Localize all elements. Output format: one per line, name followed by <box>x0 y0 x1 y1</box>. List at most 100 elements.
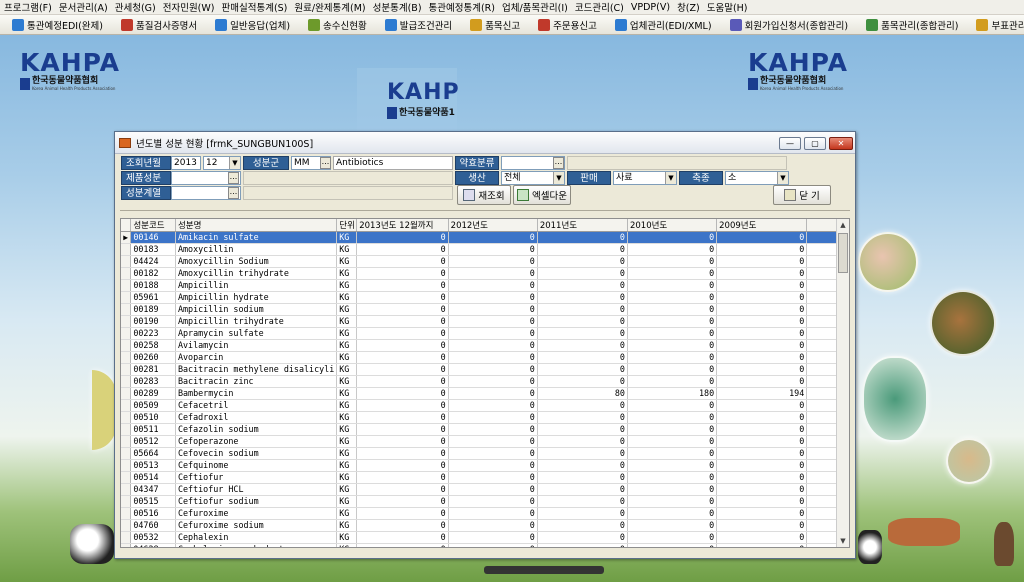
year-month-label: 조회년월 <box>121 156 171 170</box>
table-row[interactable]: 00532 Cephalexin KG 0 0 0 0 0 <box>121 531 849 544</box>
sales-select[interactable]: 사료 ▼ <box>613 171 677 185</box>
table-row[interactable]: 00190 Ampicillin trihydrate KG 0 0 0 0 0 <box>121 315 849 328</box>
excel-download-button[interactable]: 엑셀다운 <box>513 185 571 205</box>
menu-item[interactable]: 코드관리(C) <box>575 0 624 14</box>
table-row[interactable]: 00260 Avoparcin KG 0 0 0 0 0 <box>121 351 849 364</box>
table-row[interactable]: 00281 Bacitracin methylene disalicyli KG 0 0… <box>121 363 849 376</box>
menu-item[interactable]: 문서관리(A) <box>59 0 108 14</box>
requery-button[interactable]: 재조회 <box>457 185 511 205</box>
table-cell: KG <box>336 471 358 484</box>
table-row[interactable]: 00182 Amoxycillin trihydrate KG 0 0 0 0 0 <box>121 267 849 280</box>
table-cell: 0 <box>537 459 628 472</box>
chevron-down-icon[interactable]: ▼ <box>553 172 564 184</box>
table-row[interactable]: 00188 Ampicillin KG 0 0 0 0 0 <box>121 279 849 292</box>
column-header[interactable]: 성분코드 <box>130 219 176 232</box>
excel-download-label: 엑셀다운 <box>532 191 567 202</box>
menu-item[interactable]: 업체/품목관리(I) <box>502 0 568 14</box>
scroll-thumb[interactable] <box>838 233 848 273</box>
product-ingredient-lookup-button[interactable]: ... <box>228 172 239 184</box>
menu-item[interactable]: 관세청(G) <box>115 0 156 14</box>
column-header[interactable]: 성분명 <box>175 219 338 232</box>
table-cell: 0 <box>627 435 718 448</box>
table-row[interactable]: 00509 Cefacetril KG 0 0 0 0 0 <box>121 399 849 412</box>
toolbar-button[interactable]: 부표관리 <box>976 18 1024 32</box>
menu-item[interactable]: 판매실적통계(S) <box>222 0 288 14</box>
close-window-button[interactable]: ✕ <box>829 137 853 150</box>
month-select[interactable]: 12 ▼ <box>203 156 241 170</box>
row-indicator <box>121 387 132 400</box>
close-button[interactable]: 닫 기 <box>773 185 831 205</box>
menu-item[interactable]: 통관예정통계(R) <box>429 0 495 14</box>
toolbar-button[interactable]: 품질검사증명서 <box>120 18 197 32</box>
table-row[interactable]: 04347 Ceftiofur HCL KG 0 0 0 0 0 <box>121 483 849 496</box>
table-cell: 0 <box>448 255 538 268</box>
table-row[interactable]: 00512 Cefoperazone KG 0 0 0 0 0 <box>121 435 849 448</box>
table-row[interactable]: 05961 Ampicillin hydrate KG 0 0 0 0 0 <box>121 291 849 304</box>
drug-class-lookup-button[interactable]: ... <box>553 157 564 169</box>
toolbar-button[interactable]: 주문용신고 <box>538 18 597 32</box>
table-row[interactable]: 00183 Amoxycillin KG 0 0 0 0 0 <box>121 243 849 256</box>
year-input[interactable]: 2013 <box>171 156 201 170</box>
table-row[interactable]: 00189 Ampicillin sodium KG 0 0 0 0 0 <box>121 303 849 316</box>
column-header[interactable]: 단위 <box>336 219 358 232</box>
menu-item[interactable]: 전자민원(W) <box>163 0 215 14</box>
table-row[interactable]: 00516 Cefuroxime KG 0 0 0 0 0 <box>121 507 849 520</box>
grid-vertical-scrollbar[interactable]: ▲ ▼ <box>836 219 849 547</box>
table-row[interactable]: 00223 Apramycin sulfate KG 0 0 0 0 0 <box>121 327 849 340</box>
table-cell: 0 <box>716 435 808 448</box>
table-row[interactable]: 04424 Amoxycillin Sodium KG 0 0 0 0 0 <box>121 255 849 268</box>
toolbar-button[interactable]: 일반응답(업체) <box>215 18 290 32</box>
production-select[interactable]: 전체 ▼ <box>501 171 565 185</box>
toolbar-button[interactable]: 송수신현황 <box>308 18 367 32</box>
column-header[interactable]: 2012년도 <box>448 219 538 232</box>
menu-item[interactable]: 원료/완제통계(M) <box>294 0 365 14</box>
toolbar-button[interactable]: 통관예정EDI(완제) <box>12 18 103 32</box>
menu-item[interactable]: 도움말(H) <box>707 0 748 14</box>
maximize-button[interactable]: ▢ <box>804 137 826 150</box>
table-cell: Avilamycin <box>175 339 338 352</box>
table-cell: 0 <box>448 315 538 328</box>
scroll-up-icon[interactable]: ▲ <box>837 219 849 231</box>
table-row[interactable]: 00511 Cefazolin sodium KG 0 0 0 0 0 <box>121 423 849 436</box>
table-row[interactable]: 00289 Bambermycin KG 0 0 80 180 194 <box>121 387 849 400</box>
window-titlebar[interactable]: 년도별 성분 현황 [frmK_SUNGBUN100S] <box>115 132 855 154</box>
column-header[interactable]: 2009년도 <box>716 219 808 232</box>
row-indicator <box>121 267 132 280</box>
table-cell: 0 <box>356 519 449 532</box>
menu-item[interactable]: VPDP(V) <box>631 2 670 13</box>
toolbar-button[interactable]: 품목관리(종합관리) <box>866 18 958 32</box>
table-cell: 0 <box>356 387 449 400</box>
table-row[interactable]: 04760 Cefuroxime sodium KG 0 0 0 0 0 <box>121 519 849 532</box>
table-row[interactable]: 00515 Ceftiofur sodium KG 0 0 0 0 0 <box>121 495 849 508</box>
species-select[interactable]: 소 ▼ <box>725 171 789 185</box>
ingredient-series-lookup-button[interactable]: ... <box>228 187 239 199</box>
chevron-down-icon[interactable]: ▼ <box>665 172 676 184</box>
minimize-button[interactable]: — <box>779 137 801 150</box>
column-header[interactable]: 2010년도 <box>627 219 718 232</box>
chevron-down-icon[interactable]: ▼ <box>777 172 788 184</box>
toolbar-button[interactable]: 발급조건관리 <box>384 18 452 32</box>
menu-item[interactable]: 성분통계(B) <box>373 0 422 14</box>
table-cell: 0 <box>356 351 449 364</box>
table-row[interactable]: 05664 Cefovecin sodium KG 0 0 0 0 0 <box>121 447 849 460</box>
toolbar-button[interactable]: 품목신고 <box>470 18 520 32</box>
table-row[interactable]: 00514 Ceftiofur KG 0 0 0 0 0 <box>121 471 849 484</box>
ingredient-group-lookup-button[interactable]: ... <box>320 157 331 169</box>
column-header[interactable]: 2013년도 12월까지 <box>356 219 449 232</box>
toolbar-button[interactable]: 회원가입신청서(종합관리) <box>729 18 848 32</box>
chevron-down-icon[interactable]: ▼ <box>229 157 240 169</box>
toolbar-button[interactable]: 업체관리(EDI/XML) <box>614 18 712 32</box>
table-cell: Amoxycillin trihydrate <box>175 267 338 280</box>
table-row[interactable]: ▶ 00146 Amikacin sulfate KG 0 0 0 0 0 <box>121 231 849 244</box>
table-row[interactable]: 00283 Bacitracin zinc KG 0 0 0 0 0 <box>121 375 849 388</box>
menu-item[interactable]: 창(Z) <box>677 0 700 14</box>
table-row[interactable]: 00510 Cefadroxil KG 0 0 0 0 0 <box>121 411 849 424</box>
menu-item[interactable]: 프로그램(F) <box>4 0 52 14</box>
column-header[interactable]: 2011년도 <box>537 219 628 232</box>
scroll-down-icon[interactable]: ▼ <box>837 535 849 547</box>
row-indicator <box>121 303 132 316</box>
table-row[interactable]: 04628Cephalexin monohydrateKG00000 <box>121 543 849 547</box>
table-row[interactable]: 00513 Cefquinome KG 0 0 0 0 0 <box>121 459 849 472</box>
table-cell: 0 <box>716 315 808 328</box>
table-row[interactable]: 00258 Avilamycin KG 0 0 0 0 0 <box>121 339 849 352</box>
